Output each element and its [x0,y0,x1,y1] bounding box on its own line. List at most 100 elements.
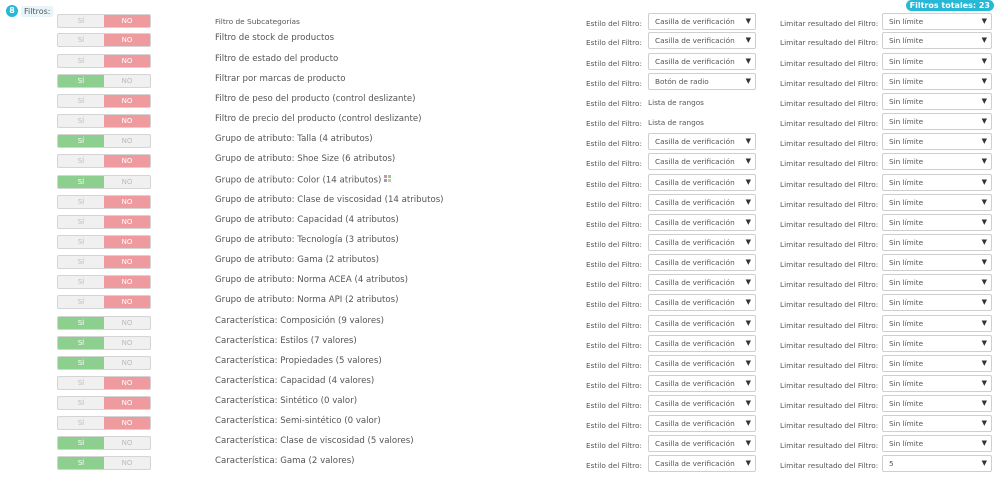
filter-style-select[interactable]: Casilla de verificación ▼ [648,395,756,412]
filter-style-select[interactable]: Casilla de verificación ▼ [648,13,756,30]
filter-style-select[interactable]: Casilla de verificación ▼ [648,174,756,191]
toggle-yes-option[interactable]: SÍ [58,34,104,46]
filter-limit-select[interactable]: 5 ▼ [882,455,992,472]
toggle-no-option[interactable]: NO [104,236,150,248]
filter-style-select[interactable]: Botón de radio ▼ [648,73,756,90]
enable-toggle[interactable]: SÍ NO [57,33,151,47]
toggle-yes-option[interactable]: SÍ [58,337,104,349]
toggle-no-option[interactable]: NO [104,417,150,429]
enable-toggle[interactable]: SÍ NO [57,396,151,410]
toggle-yes-option[interactable]: SÍ [58,437,104,449]
filter-style-select[interactable]: Casilla de verificación ▼ [648,254,756,271]
filter-style-select[interactable]: Casilla de verificación ▼ [648,133,756,150]
filter-limit-select[interactable]: Sin límite ▼ [882,93,992,110]
filter-limit-select[interactable]: Sin límite ▼ [882,73,992,90]
enable-toggle[interactable]: SÍ NO [57,14,151,28]
enable-toggle[interactable]: SÍ NO [57,336,151,350]
toggle-yes-option[interactable]: SÍ [58,155,104,167]
toggle-yes-option[interactable]: SÍ [58,236,104,248]
filter-limit-select[interactable]: Sin límite ▼ [882,315,992,332]
enable-toggle[interactable]: SÍ NO [57,436,151,450]
toggle-yes-option[interactable]: SÍ [58,256,104,268]
toggle-no-option[interactable]: NO [104,377,150,389]
toggle-no-option[interactable]: NO [104,55,150,67]
filter-limit-select[interactable]: Sin límite ▼ [882,153,992,170]
toggle-yes-option[interactable]: SÍ [58,377,104,389]
enable-toggle[interactable]: SÍ NO [57,114,151,128]
filter-limit-select[interactable]: Sin límite ▼ [882,194,992,211]
toggle-no-option[interactable]: NO [104,296,150,308]
toggle-no-option[interactable]: NO [104,75,150,87]
filter-style-select[interactable]: Casilla de verificación ▼ [648,32,756,49]
enable-toggle[interactable]: SÍ NO [57,215,151,229]
toggle-no-option[interactable]: NO [104,196,150,208]
toggle-yes-option[interactable]: SÍ [58,357,104,369]
filter-limit-select[interactable]: Sin límite ▼ [882,395,992,412]
toggle-no-option[interactable]: NO [104,95,150,107]
toggle-yes-option[interactable]: SÍ [58,317,104,329]
enable-toggle[interactable]: SÍ NO [57,94,151,108]
enable-toggle[interactable]: SÍ NO [57,134,151,148]
filter-limit-select[interactable]: Sin límite ▼ [882,32,992,49]
toggle-yes-option[interactable]: SÍ [58,95,104,107]
toggle-yes-option[interactable]: SÍ [58,176,104,188]
filter-limit-select[interactable]: Sin límite ▼ [882,214,992,231]
toggle-no-option[interactable]: NO [104,256,150,268]
toggle-yes-option[interactable]: SÍ [58,417,104,429]
toggle-no-option[interactable]: NO [104,337,150,349]
toggle-yes-option[interactable]: SÍ [58,55,104,67]
filter-limit-select[interactable]: Sin límite ▼ [882,254,992,271]
filter-limit-select[interactable]: Sin límite ▼ [882,415,992,432]
filter-style-select[interactable]: Casilla de verificación ▼ [648,315,756,332]
toggle-yes-option[interactable]: SÍ [58,15,104,27]
enable-toggle[interactable]: SÍ NO [57,295,151,309]
enable-toggle[interactable]: SÍ NO [57,54,151,68]
enable-toggle[interactable]: SÍ NO [57,356,151,370]
toggle-no-option[interactable]: NO [104,276,150,288]
toggle-yes-option[interactable]: SÍ [58,75,104,87]
filter-limit-select[interactable]: Sin límite ▼ [882,274,992,291]
toggle-no-option[interactable]: NO [104,457,150,469]
filter-limit-select[interactable]: Sin límite ▼ [882,113,992,130]
filter-style-select[interactable]: Casilla de verificación ▼ [648,234,756,251]
filter-style-select[interactable]: Casilla de verificación ▼ [648,294,756,311]
filter-style-select[interactable]: Casilla de verificación ▼ [648,355,756,372]
filter-limit-select[interactable]: Sin límite ▼ [882,13,992,30]
filter-limit-select[interactable]: Sin límite ▼ [882,174,992,191]
toggle-no-option[interactable]: NO [104,34,150,46]
filter-style-select[interactable]: Casilla de verificación ▼ [648,274,756,291]
toggle-no-option[interactable]: NO [104,135,150,147]
enable-toggle[interactable]: SÍ NO [57,255,151,269]
enable-toggle[interactable]: SÍ NO [57,195,151,209]
toggle-yes-option[interactable]: SÍ [58,196,104,208]
enable-toggle[interactable]: SÍ NO [57,376,151,390]
enable-toggle[interactable]: SÍ NO [57,154,151,168]
filter-limit-select[interactable]: Sin límite ▼ [882,234,992,251]
filter-limit-select[interactable]: Sin límite ▼ [882,375,992,392]
enable-toggle[interactable]: SÍ NO [57,235,151,249]
toggle-no-option[interactable]: NO [104,216,150,228]
toggle-yes-option[interactable]: SÍ [58,115,104,127]
filter-limit-select[interactable]: Sin límite ▼ [882,133,992,150]
enable-toggle[interactable]: SÍ NO [57,456,151,470]
toggle-no-option[interactable]: NO [104,437,150,449]
toggle-no-option[interactable]: NO [104,317,150,329]
toggle-no-option[interactable]: NO [104,15,150,27]
toggle-yes-option[interactable]: SÍ [58,135,104,147]
enable-toggle[interactable]: SÍ NO [57,74,151,88]
toggle-no-option[interactable]: NO [104,155,150,167]
filter-style-select[interactable]: Casilla de verificación ▼ [648,415,756,432]
filter-style-select[interactable]: Casilla de verificación ▼ [648,435,756,452]
toggle-no-option[interactable]: NO [104,115,150,127]
toggle-yes-option[interactable]: SÍ [58,296,104,308]
filter-limit-select[interactable]: Sin límite ▼ [882,435,992,452]
filter-style-select[interactable]: Casilla de verificación ▼ [648,214,756,231]
filter-style-select[interactable]: Casilla de verificación ▼ [648,153,756,170]
toggle-no-option[interactable]: NO [104,176,150,188]
filter-style-select[interactable]: Casilla de verificación ▼ [648,53,756,70]
filter-limit-select[interactable]: Sin límite ▼ [882,294,992,311]
toggle-no-option[interactable]: NO [104,397,150,409]
filter-style-select[interactable]: Casilla de verificación ▼ [648,335,756,352]
enable-toggle[interactable]: SÍ NO [57,416,151,430]
enable-toggle[interactable]: SÍ NO [57,175,151,189]
